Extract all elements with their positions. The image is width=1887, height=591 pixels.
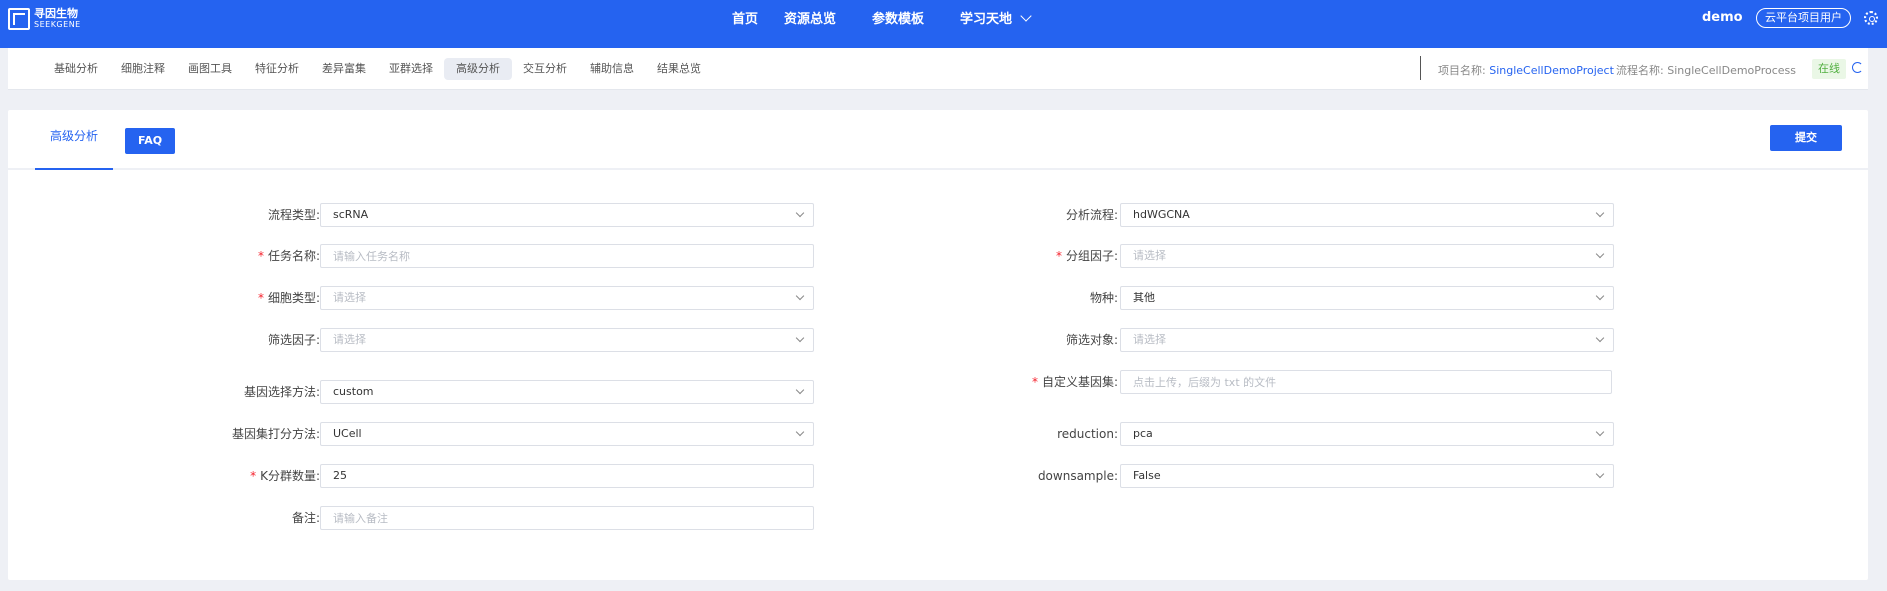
remark-label: 备注:	[291, 511, 320, 525]
faq-button[interactable]: FAQ	[125, 128, 175, 154]
analysis-subnav: 基础分析 细胞注释 画图工具 特征分析 差异富集 亚群选择 高级分析 交互分析 …	[8, 48, 1868, 90]
species-select[interactable]: 其他	[1120, 286, 1614, 310]
downsample-label: downsample:	[1037, 469, 1118, 483]
group-factor-label: * 分组因子:	[1055, 249, 1118, 263]
subtab-auxiliary-info[interactable]: 辅助信息	[578, 58, 646, 80]
reduction-value: pca	[1133, 427, 1153, 440]
analysis-flow-select[interactable]: hdWGCNA	[1120, 203, 1614, 227]
process-name-value: SingleCellDemoProcess	[1667, 64, 1797, 77]
downsample-value: False	[1133, 469, 1161, 482]
submit-button[interactable]: 提交	[1770, 125, 1842, 151]
chevron-down-icon	[1595, 333, 1605, 343]
downsample-select[interactable]: False	[1120, 464, 1614, 488]
reduction-label: reduction:	[1057, 427, 1118, 441]
chevron-down-icon	[1595, 291, 1605, 301]
refresh-icon[interactable]	[1852, 62, 1863, 73]
analysis-tabs: 基础分析 细胞注释 画图工具 特征分析 差异富集 亚群选择 高级分析 交互分析 …	[42, 58, 712, 80]
divider	[1420, 56, 1421, 80]
subtab-basic-analysis[interactable]: 基础分析	[42, 58, 110, 80]
row-remark: 备注:	[8, 506, 320, 530]
chevron-down-icon	[1595, 469, 1605, 479]
project-name-label: 项目名称:	[1438, 64, 1486, 77]
custom-gene-set-label: * 自定义基因集:	[1031, 375, 1118, 389]
status-badge: 在线	[1812, 59, 1846, 79]
row-filter-object: 筛选对象:	[8, 328, 1118, 352]
brand-name-en: SEEKGENE	[34, 20, 81, 29]
main-nav: 首页 资源总览 参数模板 学习天地	[732, 8, 1032, 27]
custom-gene-set-upload[interactable]	[1120, 370, 1612, 394]
analysis-flow-label: 分析流程:	[1065, 208, 1118, 222]
nav-home[interactable]: 首页	[732, 8, 758, 27]
nav-templates[interactable]: 参数模板	[872, 8, 924, 27]
row-downsample: downsample:	[8, 464, 1118, 488]
analysis-flow-value: hdWGCNA	[1133, 208, 1190, 221]
process-name: 流程名称: SingleCellDemoProcess	[1616, 62, 1796, 78]
settings-gear-icon[interactable]	[1864, 11, 1878, 25]
subtab-cell-annotation[interactable]: 细胞注释	[109, 58, 177, 80]
top-navigation-bar: 寻因生物 SEEKGENE 首页 资源总览 参数模板 学习天地 demo 云平台…	[0, 0, 1887, 48]
analysis-panel: 高级分析 FAQ 提交 流程类型: scRNA *任务名称: *细胞类型: 请选…	[8, 110, 1868, 580]
process-name-label: 流程名称:	[1616, 64, 1664, 77]
chevron-down-icon	[1595, 249, 1605, 259]
subtab-interaction-analysis[interactable]: 交互分析	[511, 58, 579, 80]
subtab-subcluster-selection[interactable]: 亚群选择	[377, 58, 445, 80]
user-role-badge[interactable]: 云平台项目用户	[1756, 8, 1851, 28]
nav-learning[interactable]: 学习天地	[960, 8, 1032, 27]
subtab-diff-enrichment[interactable]: 差异富集	[310, 58, 378, 80]
remark-input[interactable]	[320, 506, 814, 530]
tab-advanced-analysis[interactable]: 高级分析	[35, 110, 113, 170]
row-reduction: reduction:	[8, 422, 1118, 446]
subtab-feature-analysis[interactable]: 特征分析	[243, 58, 311, 80]
chevron-down-icon	[1020, 10, 1032, 22]
species-label: 物种:	[1089, 291, 1118, 305]
reduction-select[interactable]: pca	[1120, 422, 1614, 446]
chevron-down-icon	[1595, 208, 1605, 218]
logo-icon	[8, 8, 30, 30]
brand-logo[interactable]: 寻因生物 SEEKGENE	[8, 8, 81, 30]
filter-object-select[interactable]: 请选择	[1120, 328, 1614, 352]
subtab-plot-tools[interactable]: 画图工具	[176, 58, 244, 80]
username[interactable]: demo	[1702, 10, 1743, 25]
filter-object-label: 筛选对象:	[1065, 333, 1118, 347]
nav-resources[interactable]: 资源总览	[784, 8, 836, 27]
group-factor-select[interactable]: 请选择	[1120, 244, 1614, 268]
row-custom-gene-set: * 自定义基因集:	[8, 370, 1118, 394]
chevron-down-icon	[1595, 427, 1605, 437]
group-factor-placeholder: 请选择	[1133, 249, 1166, 262]
subtab-results-overview[interactable]: 结果总览	[645, 58, 713, 80]
row-species: 物种:	[8, 286, 1118, 310]
filter-object-placeholder: 请选择	[1133, 333, 1166, 346]
subtab-advanced-analysis[interactable]: 高级分析	[444, 58, 512, 80]
row-analysis-flow: 分析流程:	[8, 203, 1118, 227]
project-name-link[interactable]: SingleCellDemoProject	[1489, 64, 1614, 77]
species-value: 其他	[1133, 291, 1155, 304]
nav-learning-label: 学习天地	[960, 12, 1013, 27]
row-group-factor: * 分组因子:	[8, 244, 1118, 268]
project-name: 项目名称: SingleCellDemoProject	[1438, 62, 1614, 78]
panel-header: 高级分析 FAQ 提交	[8, 110, 1868, 170]
brand-name-cn: 寻因生物	[34, 7, 78, 20]
